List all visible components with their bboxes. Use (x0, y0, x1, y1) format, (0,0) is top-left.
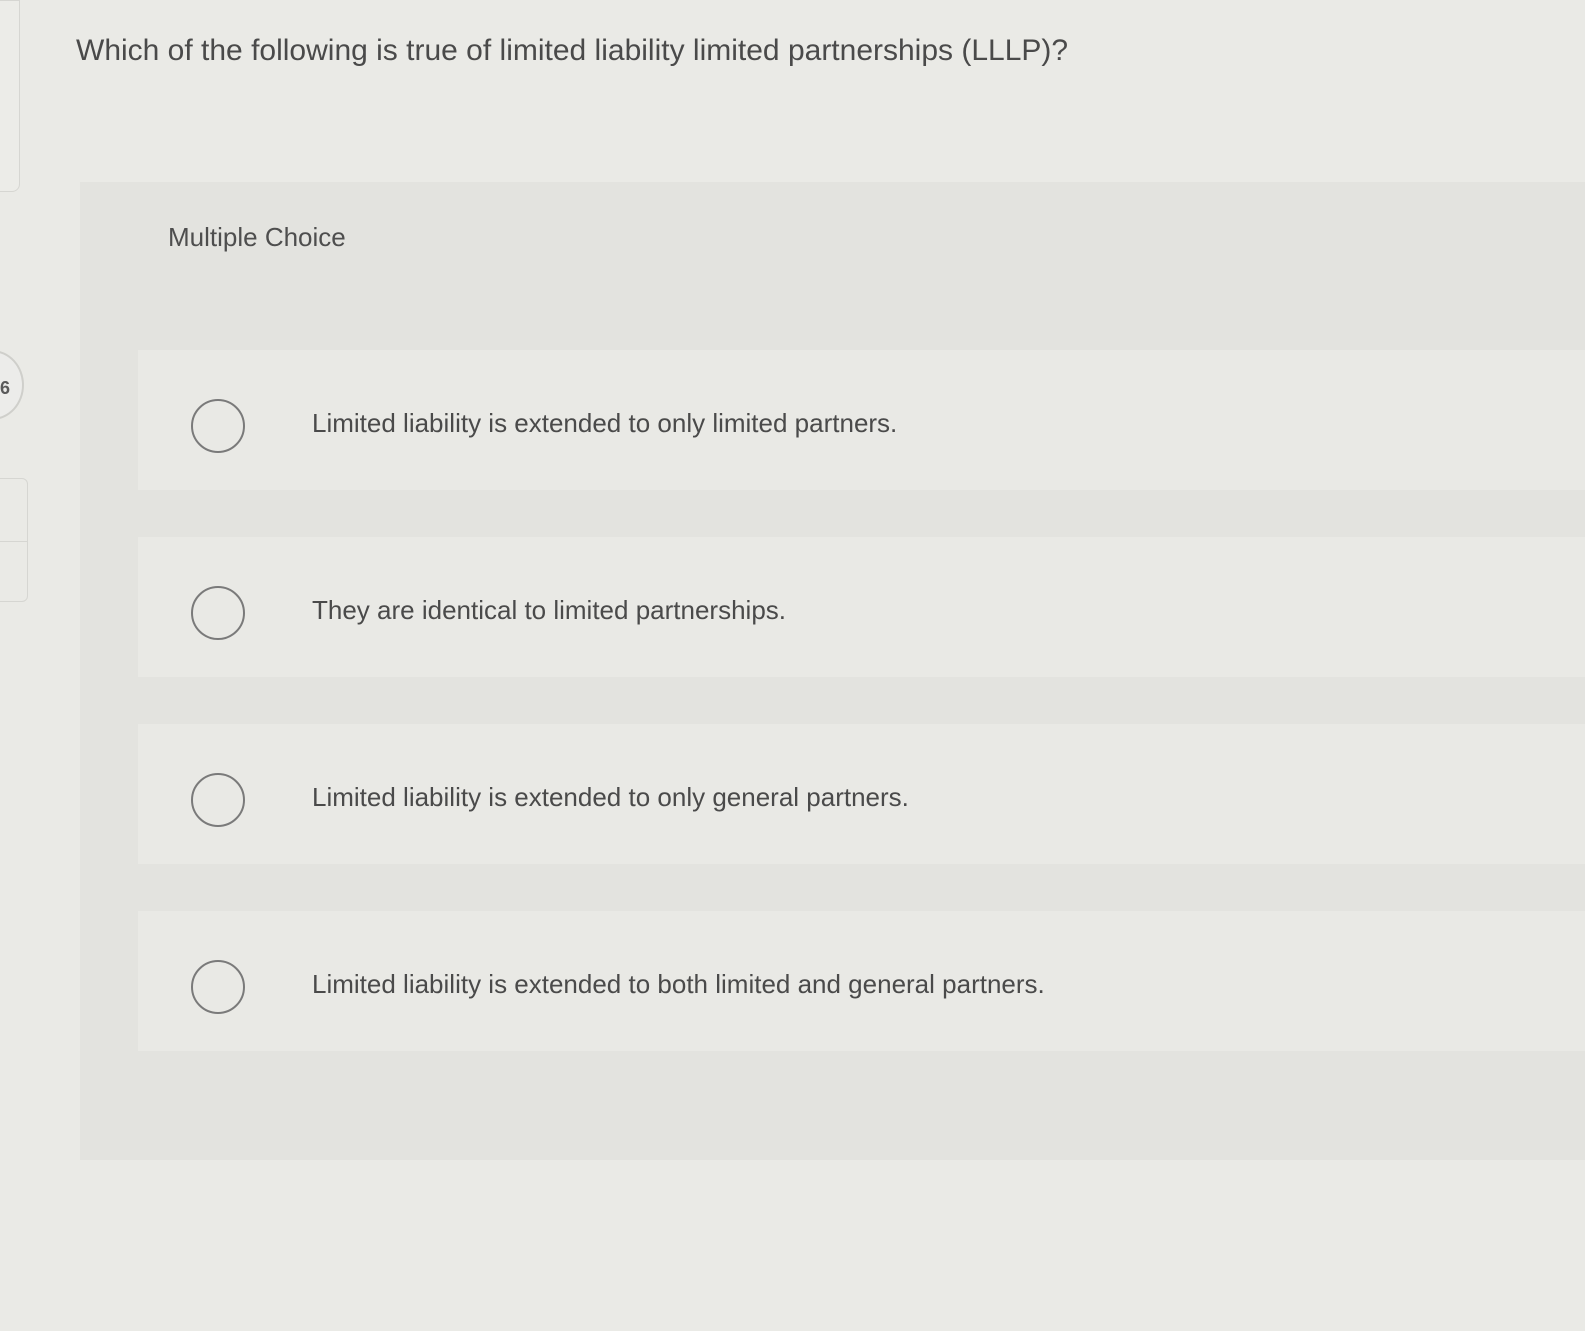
answer-options: Limited liability is extended to only li… (138, 350, 1585, 1098)
sidebar-controls[interactable] (0, 478, 28, 602)
answer-option[interactable]: Limited liability is extended to both li… (138, 911, 1585, 1051)
answer-option-label: Limited liability is extended to only ge… (312, 782, 909, 812)
radio-button[interactable] (191, 399, 245, 453)
question-number: 6 (0, 378, 11, 398)
sidebar-tab[interactable] (0, 0, 20, 192)
answer-option[interactable]: They are identical to limited partnershi… (138, 537, 1585, 677)
radio-button[interactable] (191, 586, 245, 640)
question-type-label: Multiple Choice (168, 222, 346, 252)
multiple-choice-panel: Multiple Choice Limited liability is ext… (80, 182, 1585, 1160)
answer-option-label: Limited liability is extended to both li… (312, 969, 1045, 999)
left-rail: 6 (0, 0, 28, 1331)
radio-button[interactable] (191, 773, 245, 827)
answer-option[interactable]: Limited liability is extended to only ge… (138, 724, 1585, 864)
answer-option-label: They are identical to limited partnershi… (312, 595, 787, 625)
question-text: Which of the following is true of limite… (76, 34, 1069, 67)
answer-option[interactable]: Limited liability is extended to only li… (138, 350, 1585, 490)
answer-option-label: Limited liability is extended to only li… (312, 408, 898, 438)
radio-button[interactable] (191, 960, 245, 1014)
